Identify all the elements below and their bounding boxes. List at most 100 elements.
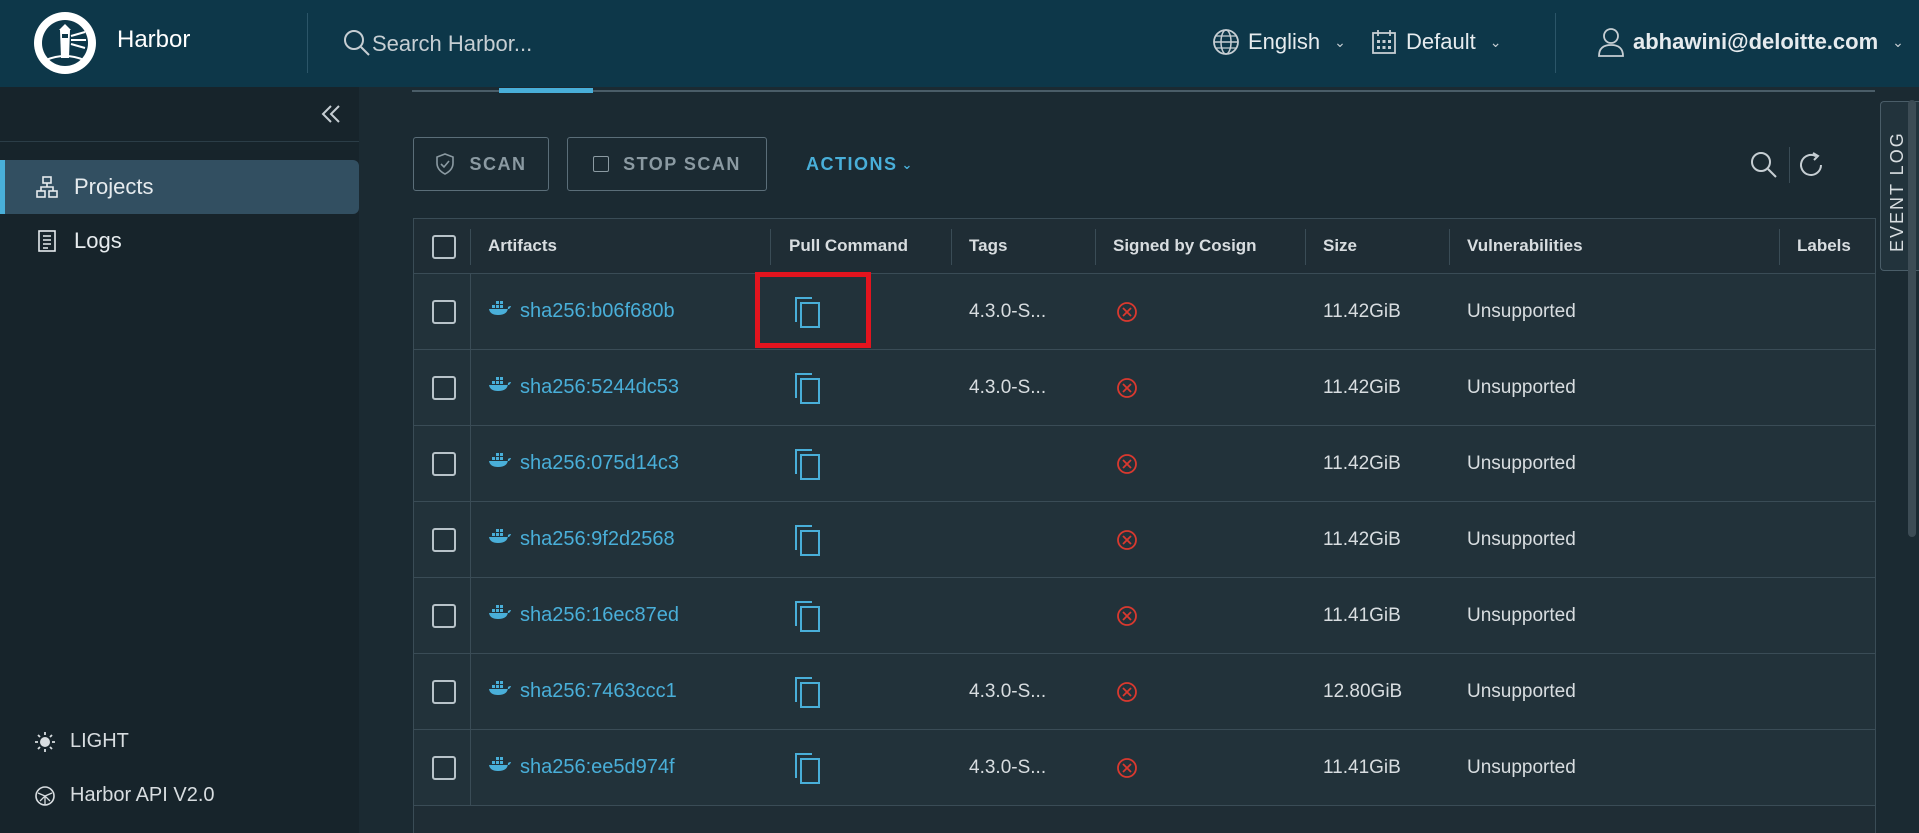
table-row[interactable]: sha256:7463ccc1 4.3.0-S... 12.80GiB Unsuppo… [414,654,1875,730]
artifact-link[interactable]: sha256:ee5d974f [488,755,675,779]
copy-pull-command-icon[interactable] [792,370,822,406]
not-signed-icon [1116,757,1138,779]
collapse-sidebar-icon[interactable] [318,101,344,127]
docker-icon [488,375,512,399]
harbor-logo-icon[interactable] [34,12,96,74]
user-menu[interactable]: abhawini@deloitte.com ⌄ [1597,24,1904,60]
logs-icon [34,228,60,254]
sidebar-item-logs[interactable]: Logs [0,214,359,268]
scrollbar[interactable] [1908,100,1916,537]
chevron-down-icon: ⌄ [1334,33,1346,50]
docker-icon [488,451,512,475]
copy-pull-command-icon[interactable] [792,446,822,482]
table-row[interactable]: sha256:ee5d974f 4.3.0-S... 11.41GiB Unsuppo… [414,730,1875,806]
table-row[interactable]: sha256:075d14c3 11.42GiB Unsupported [414,426,1875,502]
row-checkbox[interactable] [432,756,456,780]
api-label: Harbor API V2.0 [70,784,215,806]
size-cell: 11.41GiB [1323,605,1401,626]
column-header-artifacts[interactable]: Artifacts [488,236,557,256]
column-separator [1449,229,1450,265]
not-signed-icon [1116,529,1138,551]
language-selector[interactable]: English ⌄ [1212,24,1346,60]
row-checkbox[interactable] [432,680,456,704]
artifact-digest: sha256:b06f680b [520,299,675,322]
globe-icon [1213,29,1239,55]
chevron-down-icon: ⌄ [1892,33,1904,50]
active-tab-indicator [499,88,593,93]
artifact-link[interactable]: sha256:b06f680b [488,299,675,323]
artifact-digest: sha256:16ec87ed [520,603,680,626]
copy-pull-command-icon[interactable] [792,674,822,710]
artifact-link[interactable]: sha256:5244dc53 [488,375,679,399]
artifact-link[interactable]: sha256:16ec87ed [488,603,679,627]
row-checkbox[interactable] [432,376,456,400]
top-header: Harbor English ⌄ Default ⌄ a [0,0,1919,87]
scan-button[interactable]: SCAN [413,137,549,191]
artifact-digest: sha256:9f2d2568 [520,527,675,550]
column-header-size[interactable]: Size [1323,236,1357,256]
header-divider [1555,13,1556,73]
shield-icon [436,153,455,175]
table-row[interactable]: sha256:5244dc53 4.3.0-S... 11.42GiB Unsuppo… [414,350,1875,426]
docker-icon [488,603,512,627]
vulnerabilities-cell: Unsupported [1467,301,1576,322]
column-header-tags[interactable]: Tags [969,236,1007,256]
chevron-down-icon: ⌄ [901,156,914,172]
column-header-labels[interactable]: Labels [1797,236,1851,256]
search-icon[interactable] [342,28,372,58]
stop-icon [593,156,610,172]
row-checkbox[interactable] [432,300,456,324]
column-separator [470,274,471,350]
tag-cell: 4.3.0-S... [969,377,1047,398]
refresh-icon[interactable] [1796,150,1826,180]
artifact-link[interactable]: sha256:9f2d2568 [488,527,675,551]
app-title[interactable]: Harbor [117,26,190,54]
column-separator [470,350,471,426]
not-signed-icon [1116,301,1138,323]
not-signed-icon [1116,681,1138,703]
copy-pull-command-icon[interactable] [792,750,822,786]
table-row[interactable]: sha256:b06f680b 4.3.0-S... 11.42GiB Unsuppo… [414,274,1875,350]
column-separator [951,229,952,265]
actions-dropdown[interactable]: ACTIONS ⌄ [806,154,914,175]
row-checkbox[interactable] [432,604,456,628]
stop-scan-button[interactable]: STOP SCAN [567,137,767,191]
search-input[interactable] [372,27,702,61]
tab-bar-underline [412,90,1875,92]
row-checkbox[interactable] [432,452,456,476]
table-row[interactable]: sha256:16ec87ed 11.41GiB Unsupported [414,578,1875,654]
harbor-api-link[interactable]: Harbor API V2.0 [34,784,215,807]
column-header-pull-command[interactable]: Pull Command [789,236,908,256]
filter-search-icon[interactable] [1749,150,1779,180]
artifact-digest: sha256:ee5d974f [520,755,675,778]
copy-pull-command-icon[interactable] [792,522,822,558]
toolbar-divider [1789,147,1790,183]
not-signed-icon [1116,377,1138,399]
sidebar-item-projects[interactable]: Projects [0,160,359,214]
docker-icon [488,527,512,551]
user-icon [1598,28,1624,57]
artifact-link[interactable]: sha256:075d14c3 [488,451,679,475]
column-header-signed-by-cosign[interactable]: Signed by Cosign [1113,236,1257,256]
copy-pull-command-icon[interactable] [792,598,822,634]
vulnerabilities-cell: Unsupported [1467,757,1576,778]
language-label: English [1248,29,1321,54]
size-cell: 11.42GiB [1323,529,1401,550]
size-cell: 11.42GiB [1323,377,1401,398]
column-separator [470,229,471,265]
theme-toggle[interactable]: LIGHT [34,730,129,753]
row-checkbox[interactable] [432,528,456,552]
not-signed-icon [1116,453,1138,475]
vulnerabilities-cell: Unsupported [1467,377,1576,398]
docker-icon [488,679,512,703]
artifact-link[interactable]: sha256:7463ccc1 [488,679,677,703]
table-row[interactable]: sha256:9f2d2568 11.42GiB Unsupported [414,502,1875,578]
table-header: Artifacts Pull Command Tags Signed by Co… [414,219,1875,274]
theme-profile-selector[interactable]: Default ⌄ [1370,24,1501,60]
column-header-vulnerabilities[interactable]: Vulnerabilities [1467,236,1583,256]
size-cell: 11.41GiB [1323,757,1401,778]
artifact-digest: sha256:075d14c3 [520,451,680,474]
select-all-checkbox[interactable] [432,235,456,259]
actions-label: ACTIONS [806,154,898,174]
vulnerabilities-cell: Unsupported [1467,681,1576,702]
